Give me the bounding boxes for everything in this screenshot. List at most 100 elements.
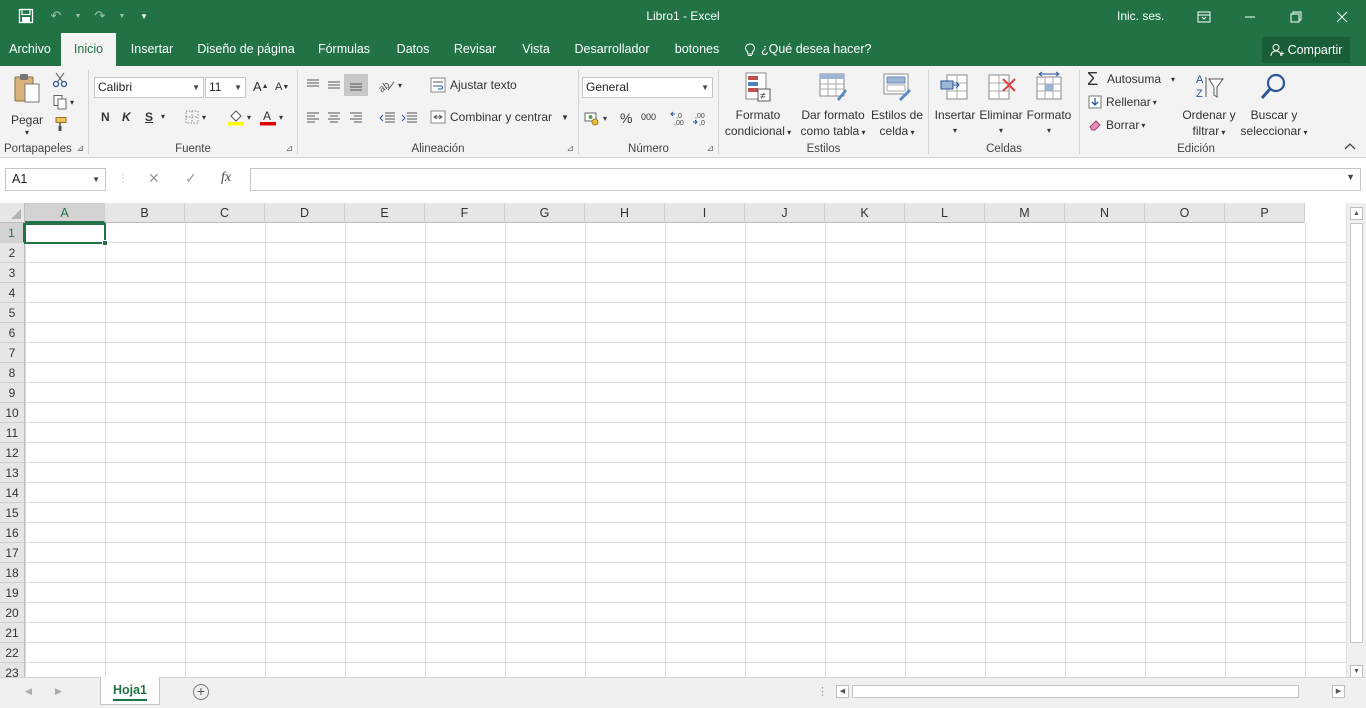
conditional-format-button[interactable]: ≠ Formato condicional ▾ [722,71,794,141]
align-right-icon[interactable] [348,111,364,125]
row-header[interactable]: 10 [0,403,25,423]
row-header[interactable]: 15 [0,503,25,523]
column-header[interactable]: K [825,203,905,223]
redo-dropdown-icon[interactable]: ▼ [118,6,126,26]
column-header[interactable]: H [585,203,665,223]
row-header[interactable]: 19 [0,583,25,603]
sheet-tab[interactable]: Hoja1 [100,677,160,705]
row-header[interactable]: 14 [0,483,25,503]
tab-desarrollador[interactable]: Desarrollador [568,33,656,66]
tell-me-box[interactable]: ¿Qué desea hacer? [744,33,872,66]
scroll-up-icon[interactable]: ▲ [1350,207,1363,220]
column-header[interactable]: G [505,203,585,223]
row-header[interactable]: 2 [0,243,25,263]
cell-area[interactable] [25,223,1346,677]
align-center-icon[interactable] [326,111,342,125]
font-name-select[interactable]: Calibri ▼ [94,77,204,98]
thousands-button[interactable]: 000 [641,112,656,122]
underline-dropdown-icon[interactable]: ▾ [161,112,165,121]
wrap-text-button[interactable]: Ajustar texto [430,77,517,93]
tab-diseno-de-pagina[interactable]: Diseño de página [190,33,302,66]
format-cells-button[interactable]: Formato ▾ [1024,71,1074,139]
column-header[interactable]: C [185,203,265,223]
sign-in-link[interactable]: Inic. ses. [1117,9,1164,23]
row-header[interactable]: 9 [0,383,25,403]
tab-inicio[interactable]: Inicio [61,33,116,66]
column-header[interactable]: J [745,203,825,223]
row-header[interactable]: 11 [0,423,25,443]
insert-cells-button[interactable]: Insertar ▾ [932,71,978,139]
row-header[interactable]: 18 [0,563,25,583]
format-painter-icon[interactable] [52,116,68,132]
copy-icon[interactable]: ▾ [52,94,74,110]
row-header[interactable]: 3 [0,263,25,283]
tab-insertar[interactable]: Insertar [122,33,182,66]
autosum-button[interactable]: Σ Autosuma ▾ [1087,70,1175,88]
formula-input[interactable]: ▼ [250,168,1361,191]
orientation-icon[interactable]: ab ▾ [378,78,402,92]
decrease-indent-icon[interactable] [378,111,396,125]
percent-button[interactable]: % [620,110,632,126]
cut-icon[interactable] [52,72,68,88]
select-all-button[interactable] [0,203,25,223]
fill-handle[interactable] [102,240,108,246]
align-middle-icon[interactable] [326,78,342,92]
cancel-entry-icon[interactable]: ✕ [148,170,160,187]
save-icon[interactable] [14,6,38,26]
restore-icon[interactable] [1273,0,1319,33]
tab-archivo[interactable]: Archivo [0,33,60,66]
clipboard-launcher-icon[interactable]: ⊿ [76,143,84,154]
insert-function-button[interactable]: fx [221,170,231,186]
horizontal-scroll-thumb[interactable] [852,685,1299,698]
clear-button[interactable]: Borrar ▾ [1088,118,1145,132]
column-header[interactable]: M [985,203,1065,223]
row-header[interactable]: 20 [0,603,25,623]
column-header[interactable]: P [1225,203,1305,223]
delete-cells-button[interactable]: Eliminar ▾ [978,71,1024,139]
name-box[interactable]: A1 ▼ [5,168,106,191]
row-header[interactable]: 8 [0,363,25,383]
column-header[interactable]: D [265,203,345,223]
align-left-icon[interactable] [305,111,321,125]
minimize-icon[interactable] [1227,0,1273,33]
italic-button[interactable]: K [122,110,131,124]
undo-dropdown-icon[interactable]: ▼ [74,6,82,26]
fill-color-icon[interactable]: ▾ [227,108,251,126]
next-sheet-icon[interactable]: ▶ [55,686,62,697]
column-header[interactable]: L [905,203,985,223]
align-bottom-icon[interactable] [344,74,368,96]
row-header[interactable]: 17 [0,543,25,563]
cell-styles-button[interactable]: Estilos de celda ▾ [869,71,925,141]
row-header[interactable]: 22 [0,643,25,663]
add-sheet-icon[interactable]: + [193,684,209,700]
column-header[interactable]: E [345,203,425,223]
font-color-icon[interactable]: A ▾ [259,108,283,126]
decrease-decimal-button[interactable]: ,00,0 [692,110,710,126]
tab-botones[interactable]: botones [666,33,728,66]
tab-formulas[interactable]: Fórmulas [310,33,378,66]
customize-qat-icon[interactable]: ▾ [132,6,156,26]
paste-button[interactable]: Pegar ▾ [6,72,48,137]
fill-button[interactable]: Rellenar ▾ [1088,95,1157,109]
close-icon[interactable] [1319,0,1365,33]
expand-formula-bar-icon[interactable]: ▼ [1346,172,1355,182]
row-header[interactable]: 5 [0,303,25,323]
row-header[interactable]: 21 [0,623,25,643]
borders-icon[interactable]: ▾ [185,110,206,124]
vertical-scroll-thumb[interactable] [1350,223,1363,643]
tab-revisar[interactable]: Revisar [446,33,504,66]
vertical-scrollbar[interactable]: ▲ ▼ [1346,203,1366,678]
scroll-right-icon[interactable]: ▶ [1332,685,1345,698]
sort-filter-button[interactable]: AZ Ordenar y filtrar ▾ [1178,71,1240,141]
collapse-ribbon-icon[interactable] [1344,142,1356,150]
row-header[interactable]: 6 [0,323,25,343]
align-top-icon[interactable] [305,78,321,92]
column-header[interactable]: N [1065,203,1145,223]
merge-center-button[interactable]: Combinar y centrar ▼ [430,109,569,125]
tab-split-handle-icon[interactable]: ⋮ [817,685,828,698]
underline-button[interactable]: S [145,110,153,124]
share-button[interactable]: Compartir [1262,37,1350,63]
accounting-format-icon[interactable]: ▾ [584,110,607,126]
tab-datos[interactable]: Datos [388,33,438,66]
alignment-launcher-icon[interactable]: ⊿ [566,143,574,154]
